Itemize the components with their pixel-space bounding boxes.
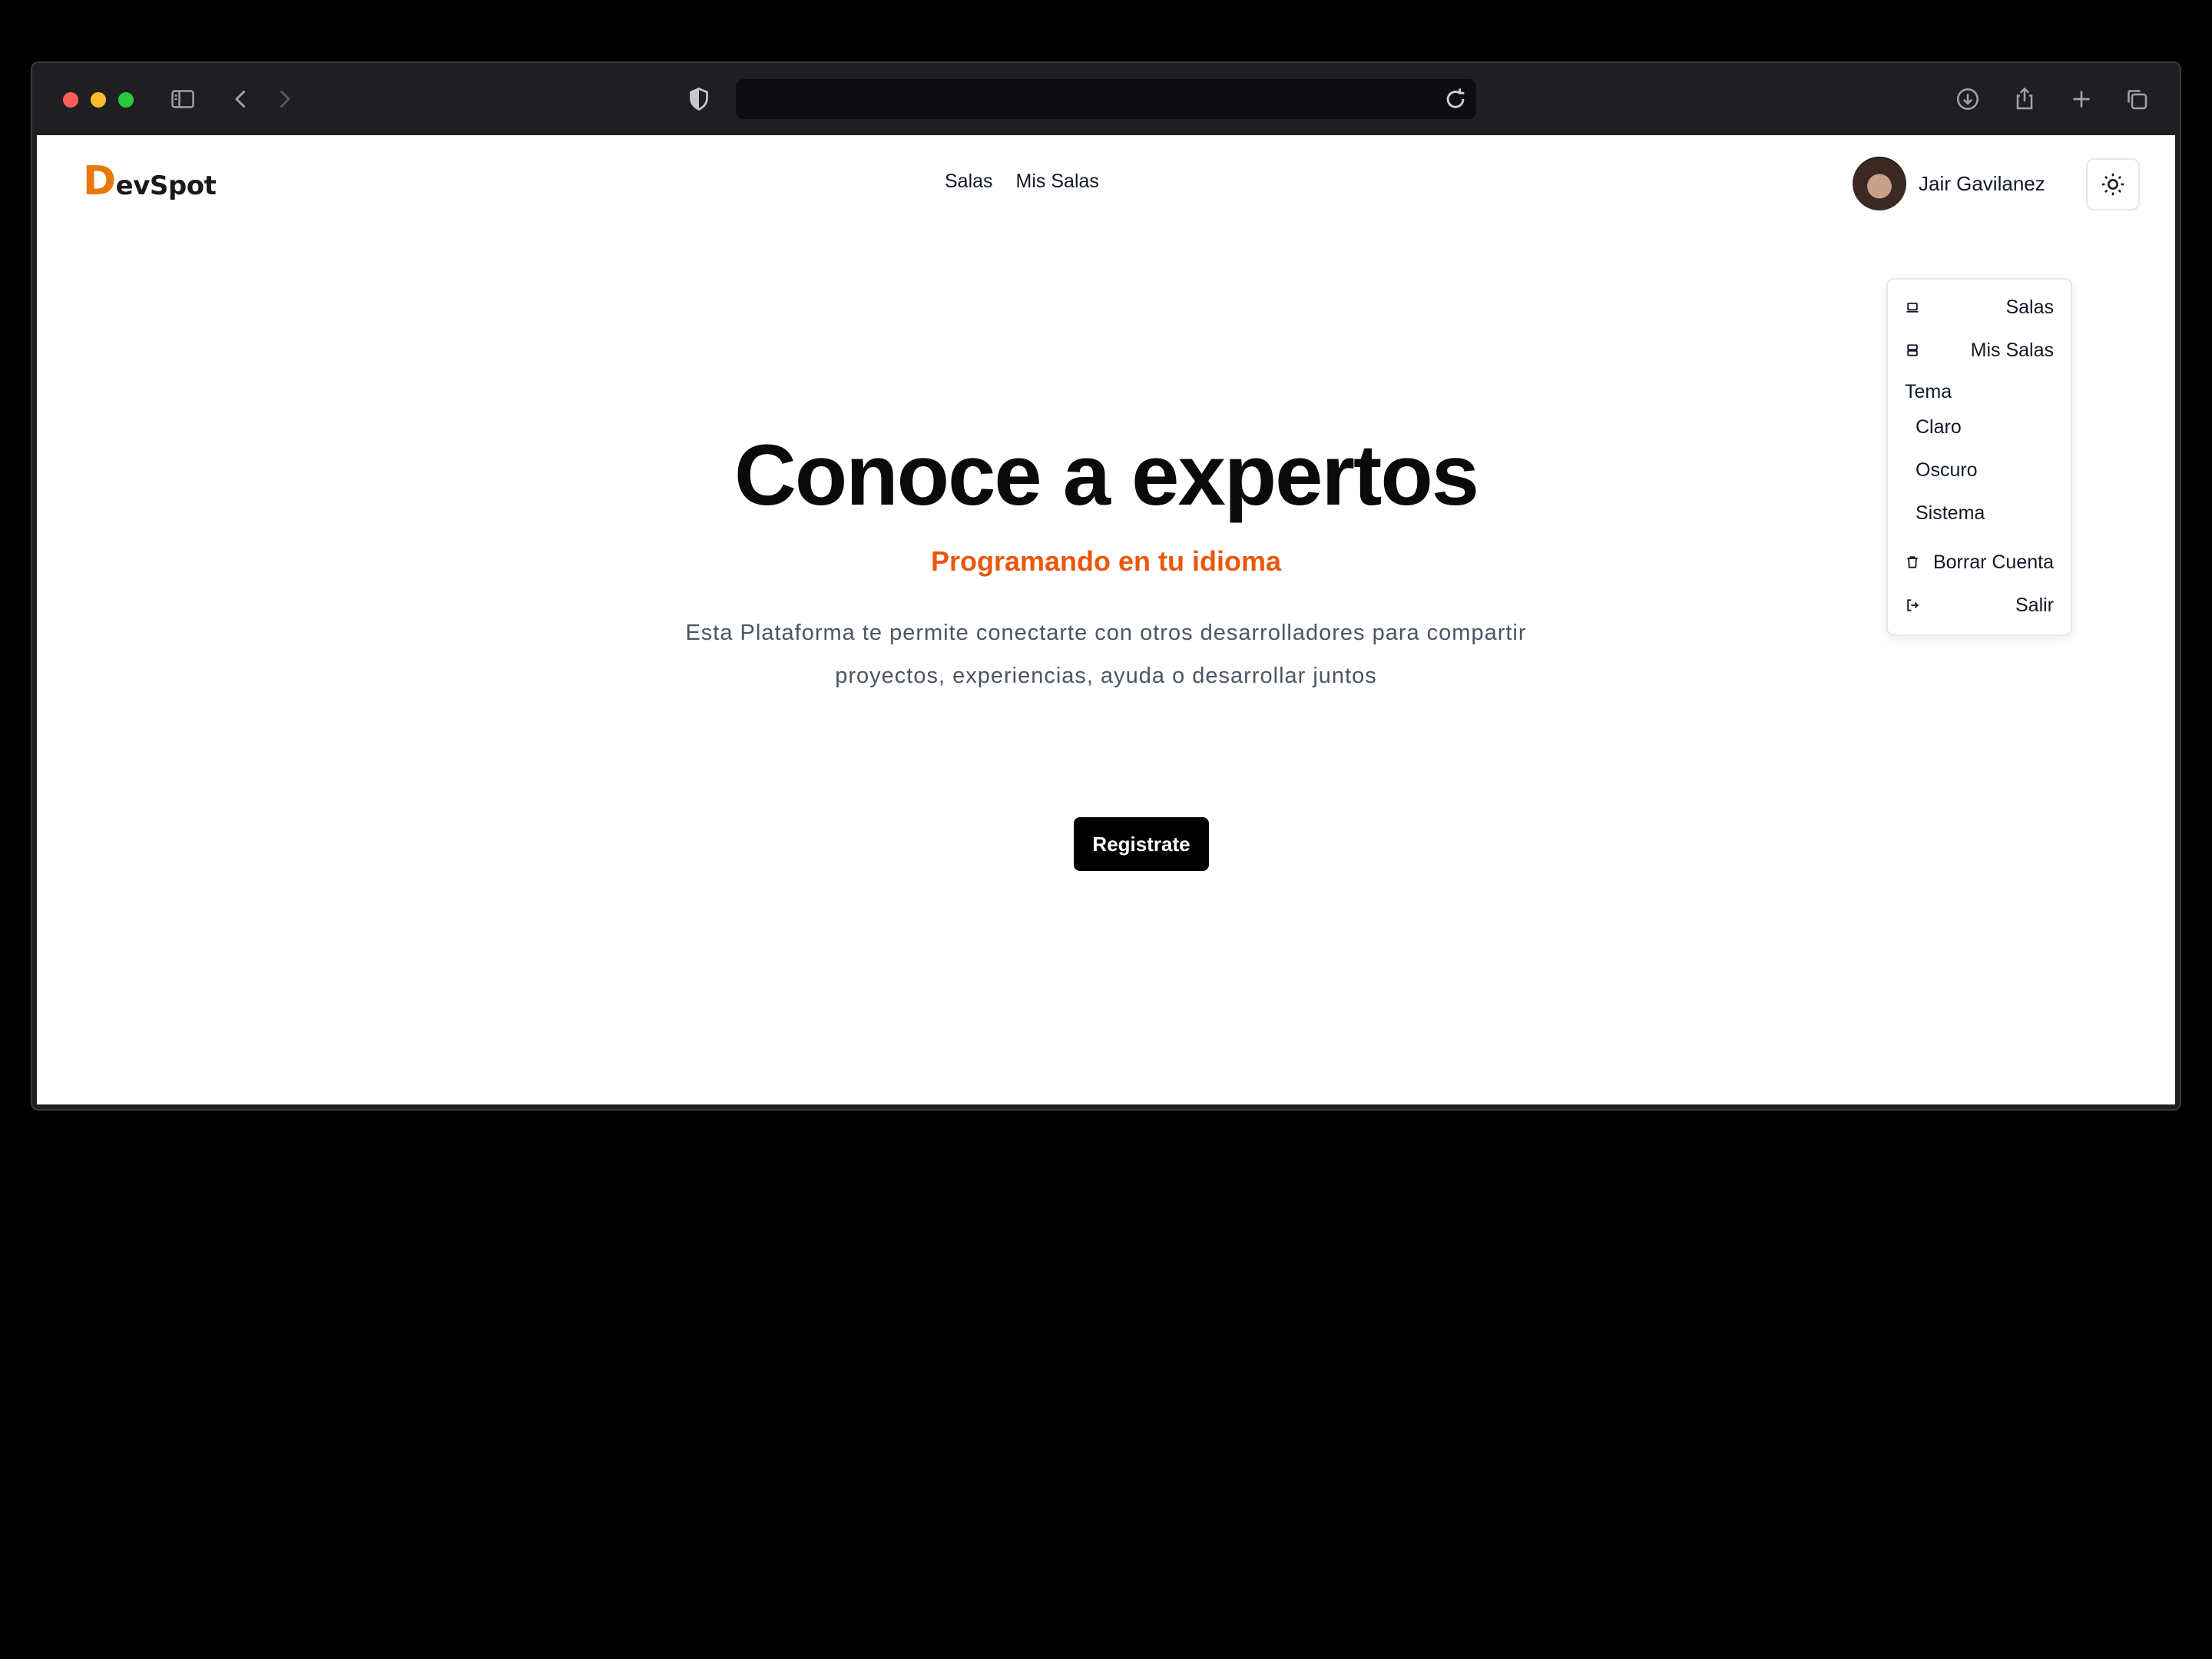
sidebar-toggle-icon[interactable] [167,84,198,114]
menu-theme-heading: Tema [1905,381,1952,402]
logout-icon [1907,599,1919,611]
new-tab-icon[interactable] [2066,84,2097,114]
laptop-icon [1906,303,1919,313]
user-name[interactable]: Jair Gavilanez [1919,172,2045,196]
nav-link-salas[interactable]: Salas [945,171,993,193]
avatar[interactable] [1853,157,1906,210]
menu-item-label: Salas [2005,296,2054,318]
forward-icon[interactable] [269,84,300,114]
menu-item-salir[interactable]: Salir [1905,590,2054,621]
menu-item-borrar-cuenta[interactable]: Borrar Cuenta [1905,547,2054,578]
privacy-shield-icon[interactable] [684,84,714,114]
share-icon[interactable] [2009,84,2040,114]
maximize-window-button[interactable] [118,92,134,108]
menu-item-theme-sistema[interactable]: Sistema [1916,502,1985,525]
nav-link-mis-salas[interactable]: Mis Salas [1016,171,1099,193]
user-dropdown-menu: Salas Mis Salas Tema Claro Oscuro Sistem… [1886,278,2072,636]
menu-item-label: Salir [2015,594,2054,616]
menu-item-mis-salas[interactable]: Mis Salas [1905,335,2054,366]
menu-item-theme-oscuro[interactable]: Oscuro [1916,459,1978,482]
register-button[interactable]: Registrate [1074,817,1209,871]
back-icon[interactable] [226,84,257,114]
server-icon [1907,344,1918,356]
hero-description-line: Esta Plataforma te permite conectarte co… [685,621,1527,645]
reload-icon[interactable] [1442,86,1469,112]
trash-icon [1907,556,1918,568]
user-menu-trigger[interactable]: Jair Gavilanez [1853,157,2045,210]
hero-title: Conoce a expertos [733,427,1479,523]
menu-item-theme-claro[interactable]: Claro [1916,416,1962,439]
hero-description: Esta Plataforma te permite conectarte co… [621,611,1591,697]
sun-icon [2101,173,2124,196]
main-nav: Salas Mis Salas [945,171,1099,193]
menu-item-label: Mis Salas [1970,339,2054,361]
logo-text: evSpot [115,171,217,201]
close-window-button[interactable] [63,92,78,108]
minimize-window-button[interactable] [91,92,106,108]
browser-titlebar [32,63,2180,135]
theme-toggle-button[interactable] [2086,158,2140,210]
tab-overview-icon[interactable] [2121,84,2152,114]
downloads-icon[interactable] [1952,84,1983,114]
page-viewport: DevSpot Salas Mis Salas Jair Gavilanez C… [37,135,2175,1104]
browser-window: DevSpot Salas Mis Salas Jair Gavilanez C… [32,63,2180,1109]
devspot-logo[interactable]: DevSpot [83,158,217,204]
hero-subtitle: Programando en tu idioma [930,545,1282,577]
hero-description-line: proyectos, experiencias, ayuda o desarro… [835,664,1377,688]
logo-initial: D [83,158,116,204]
menu-item-label: Borrar Cuenta [1932,551,2054,573]
address-bar[interactable] [736,79,1476,119]
menu-item-salas[interactable]: Salas [1905,292,2054,323]
